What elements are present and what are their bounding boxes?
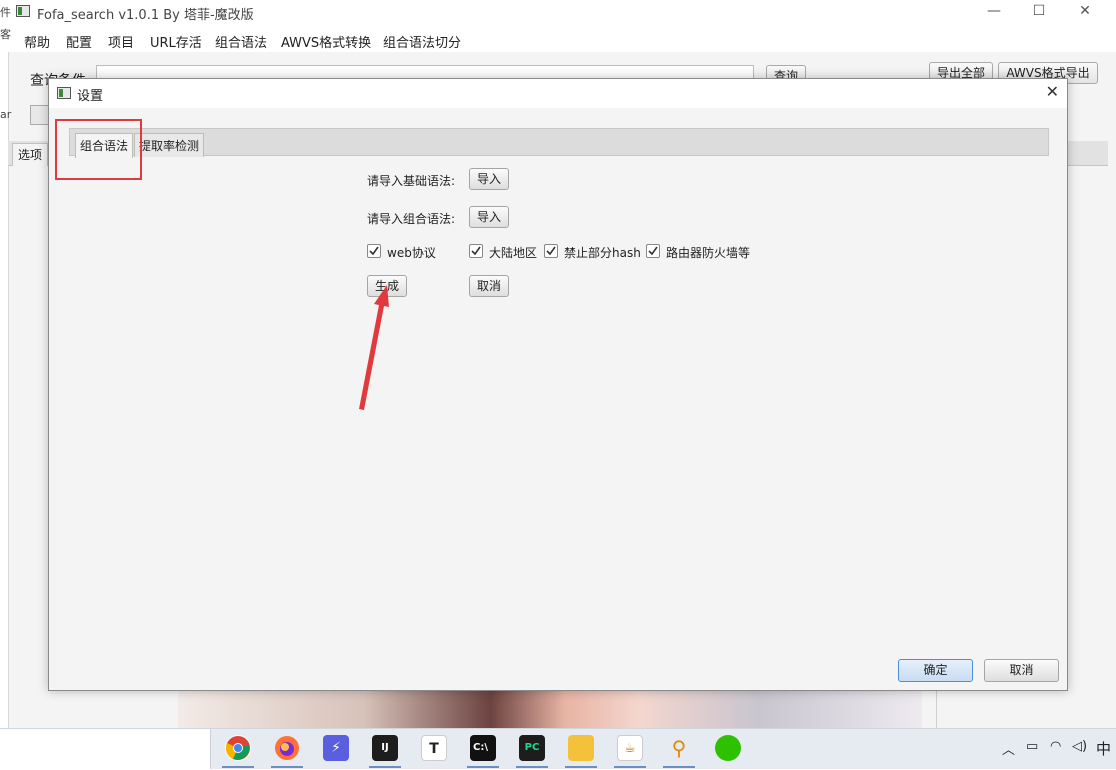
app-icon (16, 5, 30, 17)
ime-indicator[interactable]: 中 (1096, 738, 1111, 759)
edge-glyph: 件 (0, 6, 11, 19)
volume-icon[interactable]: ◁) (1072, 739, 1087, 754)
menu-awvs-convert[interactable]: AWVS格式转换 (281, 32, 371, 51)
search-tool-icon[interactable]: ⚲ (666, 735, 692, 761)
typora-icon[interactable]: T (421, 735, 447, 761)
edge-glyph: ar (0, 108, 12, 121)
menu-help[interactable]: 帮助 (24, 32, 50, 51)
minimize-button[interactable]: — (971, 0, 1017, 24)
menu-url-alive[interactable]: URL存活 (150, 32, 202, 51)
wifi-icon[interactable]: ◠ (1050, 739, 1061, 754)
terminal-icon[interactable]: C:\ (470, 735, 496, 761)
menu-bar: 客 帮助 配置 项目 URL存活 组合语法 AWVS格式转换 组合语法切分 (0, 26, 1116, 52)
tab-options[interactable]: 选项 (12, 143, 49, 166)
background-image (178, 690, 922, 728)
menu-project[interactable]: 项目 (108, 32, 134, 51)
cancel-button[interactable]: 取消 (984, 659, 1059, 682)
battery-icon[interactable]: ▭ (1026, 739, 1038, 754)
maximize-button[interactable]: ☐ (1016, 0, 1062, 24)
divider (936, 690, 937, 728)
side-button[interactable] (30, 105, 50, 125)
firefox-icon[interactable] (274, 735, 300, 761)
intellij-idea-icon[interactable]: IJ (372, 735, 398, 761)
ok-button[interactable]: 确定 (898, 659, 973, 682)
tray-chevron-icon[interactable]: ︿ (1002, 739, 1015, 758)
menu-config[interactable]: 配置 (66, 32, 92, 51)
file-explorer-icon[interactable] (568, 735, 594, 761)
thunder-icon[interactable]: ⚡ (323, 735, 349, 761)
pycharm-icon[interactable]: PC (519, 735, 545, 761)
taskbar-search-box[interactable] (0, 729, 211, 769)
close-window-button[interactable]: ✕ (1062, 0, 1108, 24)
menu-combo-split[interactable]: 组合语法切分 (383, 32, 461, 51)
menu-combo-syntax[interactable]: 组合语法 (215, 32, 267, 51)
wechat-icon[interactable] (715, 735, 741, 761)
taskbar: ⚡ IJ T C:\ PC ☕ ⚲ ︿ ▭ ◠ ◁) 中 (0, 728, 1116, 769)
settings-dialog: 设置 ✕ 组合语法 提取率检测 请导入基础语法: 导入 请导入组合语法: 导入 … (48, 78, 1068, 691)
annotation-arrow-icon (359, 285, 389, 410)
main-titlebar: 件 Fofa_search v1.0.1 By 塔菲-魔改版 — ☐ ✕ (0, 0, 1116, 26)
java-icon[interactable]: ☕ (617, 735, 643, 761)
chrome-icon[interactable] (225, 735, 251, 761)
edge-glyph: 客 (0, 28, 11, 41)
window-title: Fofa_search v1.0.1 By 塔菲-魔改版 (37, 8, 254, 23)
